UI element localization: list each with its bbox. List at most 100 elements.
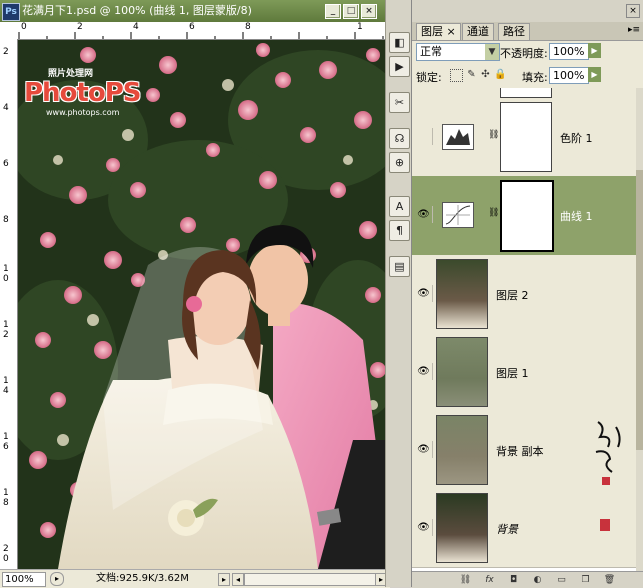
layers-panel: × 图层 × 通道 路径 ▸≡ 正常 ▼ 不透明度: 100% ▶ 锁定: ✎ ✣… <box>411 0 643 588</box>
status-arrow-icon[interactable]: ▸ <box>218 573 230 586</box>
layer-row-curves[interactable]: 👁 ⛓ 曲线 1 <box>412 176 636 256</box>
eye-icon[interactable]: 👁 <box>415 519 433 536</box>
ruler-label: 4 <box>3 103 9 113</box>
new-layer-icon[interactable]: ❐ <box>578 573 593 587</box>
eye-icon[interactable]: 👁 <box>415 206 433 223</box>
scrollbar-thumb[interactable] <box>636 170 643 450</box>
ruler-label: 2 <box>3 544 9 554</box>
lock-position-icon[interactable]: ✣ <box>480 69 491 80</box>
navigator-icon[interactable]: ◧ <box>389 32 410 53</box>
horizontal-scrollbar[interactable] <box>244 573 376 586</box>
palette-dock-strip: ◧ ▶ ✂ ☊ ⊕ A ¶ ▤ <box>385 0 413 587</box>
lock-image-icon[interactable]: ✎ <box>466 69 477 80</box>
mask-thumbnail[interactable] <box>500 102 552 172</box>
watermark-url: www.photops.com <box>46 108 120 117</box>
layer-thumbnail <box>436 415 488 485</box>
panel-tabs: 图层 × 通道 路径 ▸≡ <box>412 22 643 41</box>
photoshop-icon: Ps <box>2 3 20 21</box>
document-title-bar[interactable]: Ps 花满月下1.psd @ 100% (曲线 1, 图层蒙版/8) _ □ × <box>0 0 390 22</box>
layer-name: 曲线 1 <box>560 210 593 223</box>
tab-layers[interactable]: 图层 × <box>416 23 461 40</box>
lock-all-icon[interactable]: 🔒 <box>494 69 506 80</box>
tab-paths[interactable]: 路径 <box>498 23 530 40</box>
ruler-horizontal[interactable]: 0 2 4 6 8 1 <box>17 22 390 40</box>
curves-adjustment-icon <box>442 202 474 228</box>
lock-transparent-icon[interactable] <box>450 69 463 82</box>
ruler-label: 1 <box>3 320 9 330</box>
opacity-field[interactable]: 100% <box>549 43 589 60</box>
tool-presets-icon[interactable]: ✂ <box>389 92 410 113</box>
chevron-down-icon: ▼ <box>485 44 499 60</box>
layer-row-background[interactable]: 👁 背景 <box>412 489 636 568</box>
canvas-photo[interactable]: 照片处理网 PhotoPS www.photops.com <box>18 40 390 569</box>
fx-icon[interactable]: fx <box>482 573 497 587</box>
mask-thumbnail-active[interactable] <box>500 180 554 252</box>
ruler-label: 1 <box>3 264 9 274</box>
actions-icon[interactable]: ▶ <box>389 56 410 77</box>
ruler-label: 6 <box>189 22 195 32</box>
visibility-toggle[interactable] <box>415 128 433 145</box>
new-group-icon[interactable]: ▭ <box>554 573 569 587</box>
ruler-label: 4 <box>133 22 139 32</box>
lock-icon <box>600 519 610 531</box>
levels-adjustment-icon <box>442 124 474 150</box>
link-layers-icon[interactable]: ⛓ <box>458 573 473 587</box>
layer-list: ⛓ 色阶 1 👁 ⛓ 曲线 1 👁 图层 2 👁 图层 1 👁 背景 副本 👁 … <box>412 88 636 571</box>
fill-field[interactable]: 100% <box>549 67 589 84</box>
wedding-photo <box>18 40 390 569</box>
ruler-label: 0 <box>3 554 9 564</box>
eye-icon[interactable]: 👁 <box>415 441 433 458</box>
ruler-vertical[interactable]: 2 4 6 8 1 0 1 2 1 4 1 6 1 8 2 0 <box>0 39 18 569</box>
layer-name: 背景 副本 <box>496 445 544 458</box>
minimize-button[interactable]: _ <box>325 4 341 19</box>
link-icon[interactable]: ⛓ <box>488 208 499 218</box>
layer-comps-icon[interactable]: ▤ <box>389 256 410 277</box>
status-bar: 100% ▸ 文档:925.9K/3.62M ▸ ◂ ▸ <box>0 569 390 588</box>
opacity-label: 不透明度: <box>500 47 548 60</box>
paragraph-icon[interactable]: ¶ <box>389 220 410 241</box>
layer-thumbnail <box>436 493 488 563</box>
fill-slider-arrow[interactable]: ▶ <box>588 67 601 82</box>
ruler-label: 6 <box>3 159 9 169</box>
ruler-label: 0 <box>21 22 27 32</box>
ruler-label: 2 <box>3 330 9 340</box>
layer-name: 色阶 1 <box>560 132 593 145</box>
layer-row-levels[interactable]: ⛓ 色阶 1 <box>412 98 636 177</box>
layer-row-layer1[interactable]: 👁 图层 1 <box>412 333 636 412</box>
layer-name: 图层 2 <box>496 289 529 302</box>
status-menu-icon[interactable]: ▸ <box>50 572 64 586</box>
eye-icon[interactable]: 👁 <box>415 285 433 302</box>
tab-channels[interactable]: 通道 <box>462 23 494 40</box>
add-mask-icon[interactable]: ◘ <box>506 573 521 587</box>
opacity-slider-arrow[interactable]: ▶ <box>588 43 601 58</box>
clone-source-icon[interactable]: ⊕ <box>389 152 410 173</box>
maximize-button[interactable]: □ <box>343 4 359 19</box>
ruler-label: 1 <box>3 432 9 442</box>
scroll-left-arrow[interactable]: ◂ <box>232 573 244 586</box>
blend-mode-select[interactable]: 正常 ▼ <box>416 43 500 61</box>
character-icon[interactable]: A <box>389 196 410 217</box>
ruler-label: 1 <box>357 22 363 32</box>
new-adjustment-layer-icon[interactable]: ◐ <box>530 573 545 587</box>
ruler-label: 8 <box>3 498 9 508</box>
close-button[interactable]: × <box>361 4 377 19</box>
layer-row-background-copy[interactable]: 👁 背景 副本 <box>412 411 636 490</box>
eye-icon[interactable]: 👁 <box>415 363 433 380</box>
delete-layer-icon[interactable]: 🗑 <box>602 573 617 587</box>
watermark-brand: PhotoPS <box>24 78 141 108</box>
layer-row-layer2[interactable]: 👁 图层 2 <box>412 255 636 334</box>
tab-close-icon[interactable]: × <box>447 25 456 38</box>
ruler-label: 2 <box>77 22 83 32</box>
fill-label: 填充: <box>522 71 548 84</box>
mask-thumbnail <box>500 88 552 98</box>
panel-menu-icon[interactable]: ▸≡ <box>628 25 640 35</box>
layer-list-scrollbar[interactable] <box>636 88 643 571</box>
panel-close-icon[interactable]: × <box>626 4 640 18</box>
ruler-label: 2 <box>3 47 9 57</box>
panel-header[interactable]: × <box>412 0 643 22</box>
zoom-field[interactable]: 100% <box>2 572 46 587</box>
layer-thumbnail <box>436 259 488 329</box>
brushes-icon[interactable]: ☊ <box>389 128 410 149</box>
lock-label: 锁定: <box>416 71 442 84</box>
link-icon[interactable]: ⛓ <box>488 130 499 140</box>
